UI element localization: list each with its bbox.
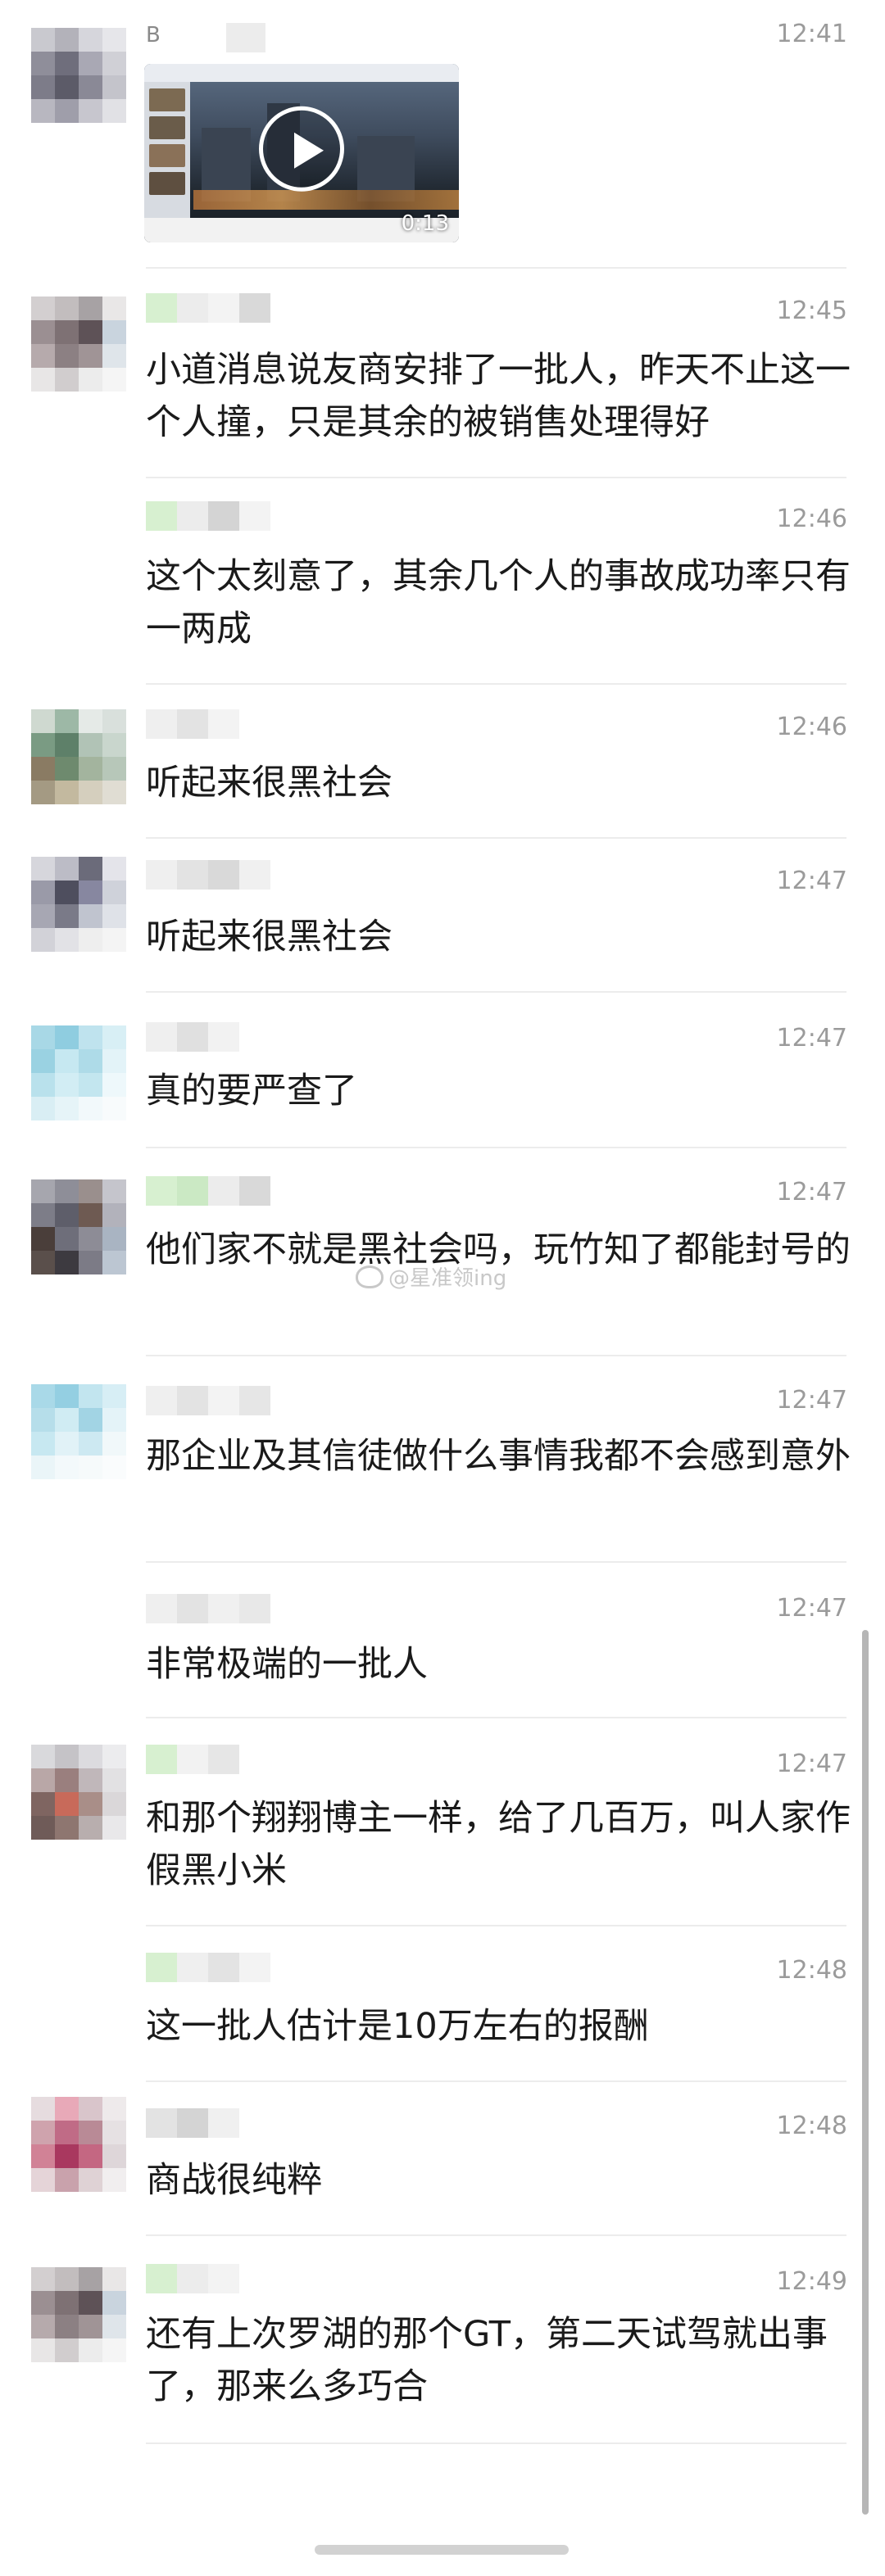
divider — [146, 2080, 846, 2082]
message-time: 12:47 — [776, 1386, 847, 1415]
message-text: 小道消息说友商安排了一批人，昨天不止这一个人撞，只是其余的被销售处理得好 — [146, 350, 851, 443]
play-icon[interactable] — [259, 106, 344, 192]
sender-name — [146, 1176, 270, 1206]
message-time: 12:48 — [776, 2112, 847, 2140]
message-text: 商战很纯粹 — [146, 2160, 322, 2201]
avatar[interactable] — [31, 1025, 126, 1120]
avatar[interactable] — [31, 1179, 126, 1274]
sender-name — [146, 1745, 239, 1774]
message-text: 和那个翔翔博主一样，给了几百万，叫人家作假黑小米 — [146, 1798, 851, 1891]
video-message[interactable]: 0:13 — [144, 64, 459, 242]
sender-name — [146, 709, 239, 739]
divider — [146, 267, 846, 269]
sender-name — [146, 293, 270, 323]
avatar[interactable] — [31, 2267, 126, 2362]
message-text: 这个太刻意了，其余几个人的事故成功率只有一两成 — [146, 556, 851, 650]
message-time: 12:47 — [776, 867, 847, 895]
divider — [146, 837, 846, 839]
message-time: 12:47 — [776, 1024, 847, 1053]
video-duration: 0:13 — [401, 211, 449, 236]
message-time: 12:41 — [776, 20, 847, 48]
divider — [146, 1717, 846, 1718]
sender-name — [146, 1022, 239, 1052]
message-time: 12:47 — [776, 1594, 847, 1623]
message-text: 这一批人估计是10万左右的报酬 — [146, 2006, 649, 2047]
avatar[interactable] — [31, 857, 126, 952]
sender-initial: B — [146, 23, 161, 48]
sender-name — [146, 1594, 270, 1623]
divider — [146, 477, 846, 478]
message-time: 12:47 — [776, 1178, 847, 1207]
home-indicator[interactable] — [315, 2545, 569, 2555]
divider — [146, 991, 846, 993]
avatar[interactable] — [31, 297, 126, 392]
message-time: 12:46 — [776, 713, 847, 741]
message-text: 那企业及其信徒做什么事情我都不会感到意外 — [146, 1436, 851, 1477]
sender-name — [146, 501, 270, 531]
divider — [146, 2234, 846, 2236]
divider — [146, 683, 846, 685]
sender-name — [146, 860, 270, 890]
sender-name — [146, 2108, 239, 2138]
divider — [146, 1355, 846, 1356]
avatar[interactable] — [31, 1384, 126, 1479]
avatar[interactable] — [31, 1745, 126, 1840]
weibo-icon — [356, 1265, 384, 1288]
message-time: 12:49 — [776, 2267, 847, 2296]
divider — [146, 2442, 846, 2444]
sender-name — [146, 2264, 239, 2293]
message-text: 非常极端的一批人 — [146, 1644, 428, 1685]
avatar[interactable] — [31, 709, 126, 804]
weibo-watermark: @星准领ing — [356, 1261, 506, 1292]
divider — [146, 1561, 846, 1563]
message-time: 12:46 — [776, 505, 847, 533]
message-time: 12:48 — [776, 1956, 847, 1985]
sender-name — [146, 1386, 270, 1415]
sender-name — [146, 1953, 270, 1982]
scrollbar[interactable] — [862, 1630, 869, 2515]
message-time: 12:47 — [776, 1750, 847, 1778]
message-text: 还有上次罗湖的那个GT，第二天试驾就出事了，那来么多巧合 — [146, 2314, 828, 2407]
avatar[interactable] — [31, 2097, 126, 2192]
watermark-text: @星准领ing — [388, 1266, 507, 1291]
divider — [146, 1925, 846, 1926]
message-text: 听起来很黑社会 — [146, 763, 393, 804]
message-time: 12:45 — [776, 297, 847, 325]
message-text: 真的要严查了 — [146, 1071, 357, 1111]
avatar[interactable] — [31, 28, 126, 123]
sender-name: B — [146, 23, 266, 52]
message-text: 听起来很黑社会 — [146, 917, 393, 958]
divider — [146, 1147, 846, 1148]
